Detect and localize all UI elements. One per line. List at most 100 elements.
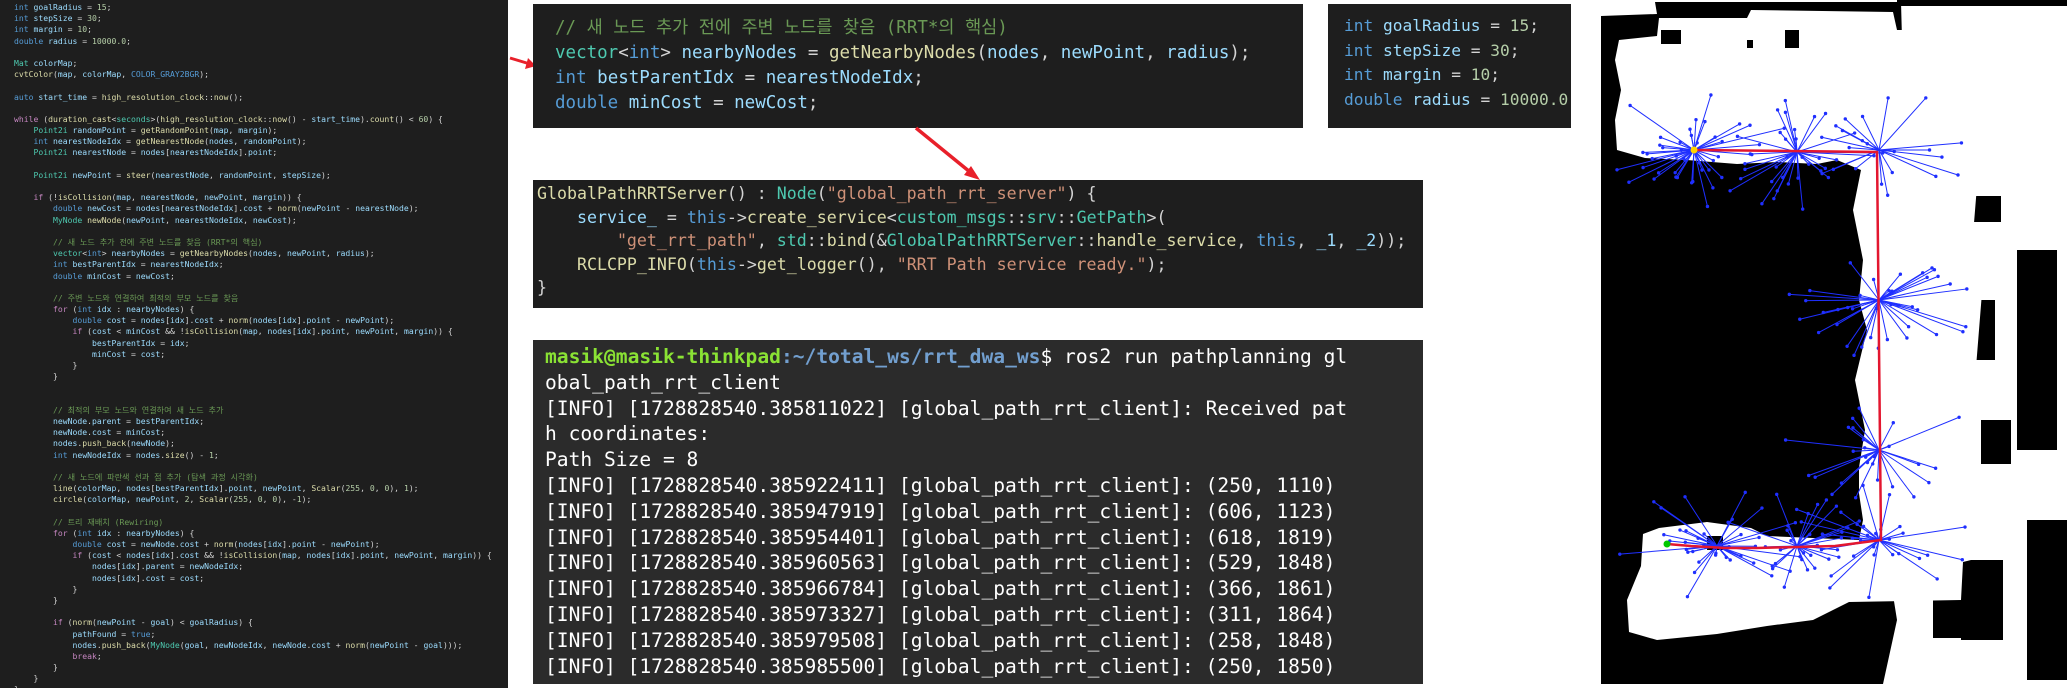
left-code-token: , [257,326,268,337]
tree-node [1963,525,1967,529]
left-code-token: = [126,125,141,136]
left-code-token: = [121,415,136,426]
tree-node [1860,114,1865,119]
left-code-token: = [121,449,136,460]
tree-node [1843,117,1847,121]
left-code-token: = [87,91,102,102]
left-code-token: )) { [433,326,453,337]
left-code-token: cost [140,348,161,359]
tree-node [1806,473,1811,478]
tree-node [1852,131,1857,135]
left-code-token: cost [91,550,112,561]
left-code-token [14,450,53,460]
snippet-code-token: newPoint [1060,43,1146,63]
server-code-token: Node [776,184,817,203]
tree-node [1823,111,1828,116]
left-code-line [14,103,508,114]
left-code-token: cost [91,427,112,438]
left-code-token: // 트리 재배치 (Rewiring) [52,516,164,527]
left-code-line: double cost = newNode.cost + norm(nodes[… [14,539,508,550]
terminal-prompt-line: masik@masik-thinkpad:~/total_ws/rrt_dwa_… [545,344,1423,370]
left-code-token [14,651,72,661]
tree-node [1700,168,1704,172]
tree-node [1865,533,1870,538]
left-code-token: ); [321,169,331,180]
tree-node [1789,539,1793,543]
left-code-token: ))); [442,639,463,650]
vars-code-token: goalRadius [1382,16,1481,35]
left-code-token: , [126,494,136,505]
left-code-token: ); [286,214,297,225]
left-code-token: ) { [238,617,253,628]
server-code-token: GlobalPathRRTServer [886,231,1077,250]
left-code-token: nodes [52,438,78,449]
left-code-token: // 주변 노드와 연결하여 최적의 부모 노드를 찾음 [52,292,239,303]
tree-node [1858,293,1862,298]
left-code-line: } [14,371,508,382]
tree-node [1684,529,1688,533]
left-code-token: cost [194,315,214,326]
left-code-token: nodes [306,550,331,561]
snippet-code-token: = [702,93,735,113]
tree-node [1794,507,1799,512]
snippet-code-token: , [1039,43,1061,63]
left-code-token: ]. [350,550,361,561]
left-code-token: Point2i [33,147,73,158]
snippet-code-token: ( [976,43,988,63]
left-code-line [14,47,508,58]
left-code-token: idx [335,550,351,561]
left-code-token: // 새 노드에 파란색 선과 점 추가 (탐색 과정 시각화) [52,471,258,482]
tree-node [1867,595,1871,600]
left-code-line: nodes[idx].cost = cost; [14,573,508,584]
tree-node [1879,182,1884,186]
left-code-token: goal [150,617,170,628]
left-code-token: ]. [184,315,195,326]
left-code-line: if (norm(newPoint - goal) < goalRadius) … [14,617,508,628]
left-code-line: // 새 노드에 파란색 선과 점 추가 (탐색 과정 시각화) [14,472,508,483]
vars-code-token: double [1344,89,1413,109]
left-code-token: cost [145,572,166,583]
tree-node [1933,466,1938,470]
tree-node [1697,560,1701,564]
snippet-code-token: int [628,43,661,63]
left-code-token: && ! [199,550,224,561]
snippet-code-token: < [618,43,629,63]
tree-node [1783,98,1788,103]
left-code-token: int [14,24,34,35]
left-code-token: } [14,583,78,594]
left-code-token: newPoint [72,169,112,180]
left-code-token: , [243,214,253,225]
goal-marker-icon [1663,540,1671,548]
left-code-token: idx [296,326,312,337]
tree-node [1724,555,1728,560]
tree-node [1855,522,1859,526]
server-code-token: GlobalPathRRTServer [537,184,727,203]
tree-node [1652,177,1656,181]
left-code-token: newNodeIdx [72,449,122,460]
left-code-token: , [208,169,219,180]
tree-node [1627,180,1631,184]
left-code-token: colorMap [33,57,73,68]
left-code-token: } [14,662,58,673]
left-code-token: } [14,684,19,688]
terminal-panel[interactable]: masik@masik-thinkpad:~/total_ws/rrt_dwa_… [533,340,1423,684]
left-code-token: ]. [218,483,229,494]
tree-node [1739,532,1743,537]
vars-code-line: int margin = 10; [1344,63,1571,88]
left-code-token: ; [150,628,156,639]
left-code-token: , [116,483,127,494]
left-code-token: isCollision [223,550,278,561]
left-code-token: int [14,2,34,12]
tree-node [1857,406,1861,410]
tree-node [1716,154,1721,159]
left-code-token: :: [262,113,273,124]
left-code-token: newPoint [301,203,341,214]
server-code-token: :: [1006,207,1027,227]
tree-node [1852,353,1856,358]
left-code-token: = [62,24,78,35]
left-code-token [14,349,92,359]
terminal-line: Path Size = 8 [545,448,699,472]
left-code-token: 255 [345,483,361,494]
tree-node [1679,148,1684,152]
left-code-token: ]. [169,550,180,561]
